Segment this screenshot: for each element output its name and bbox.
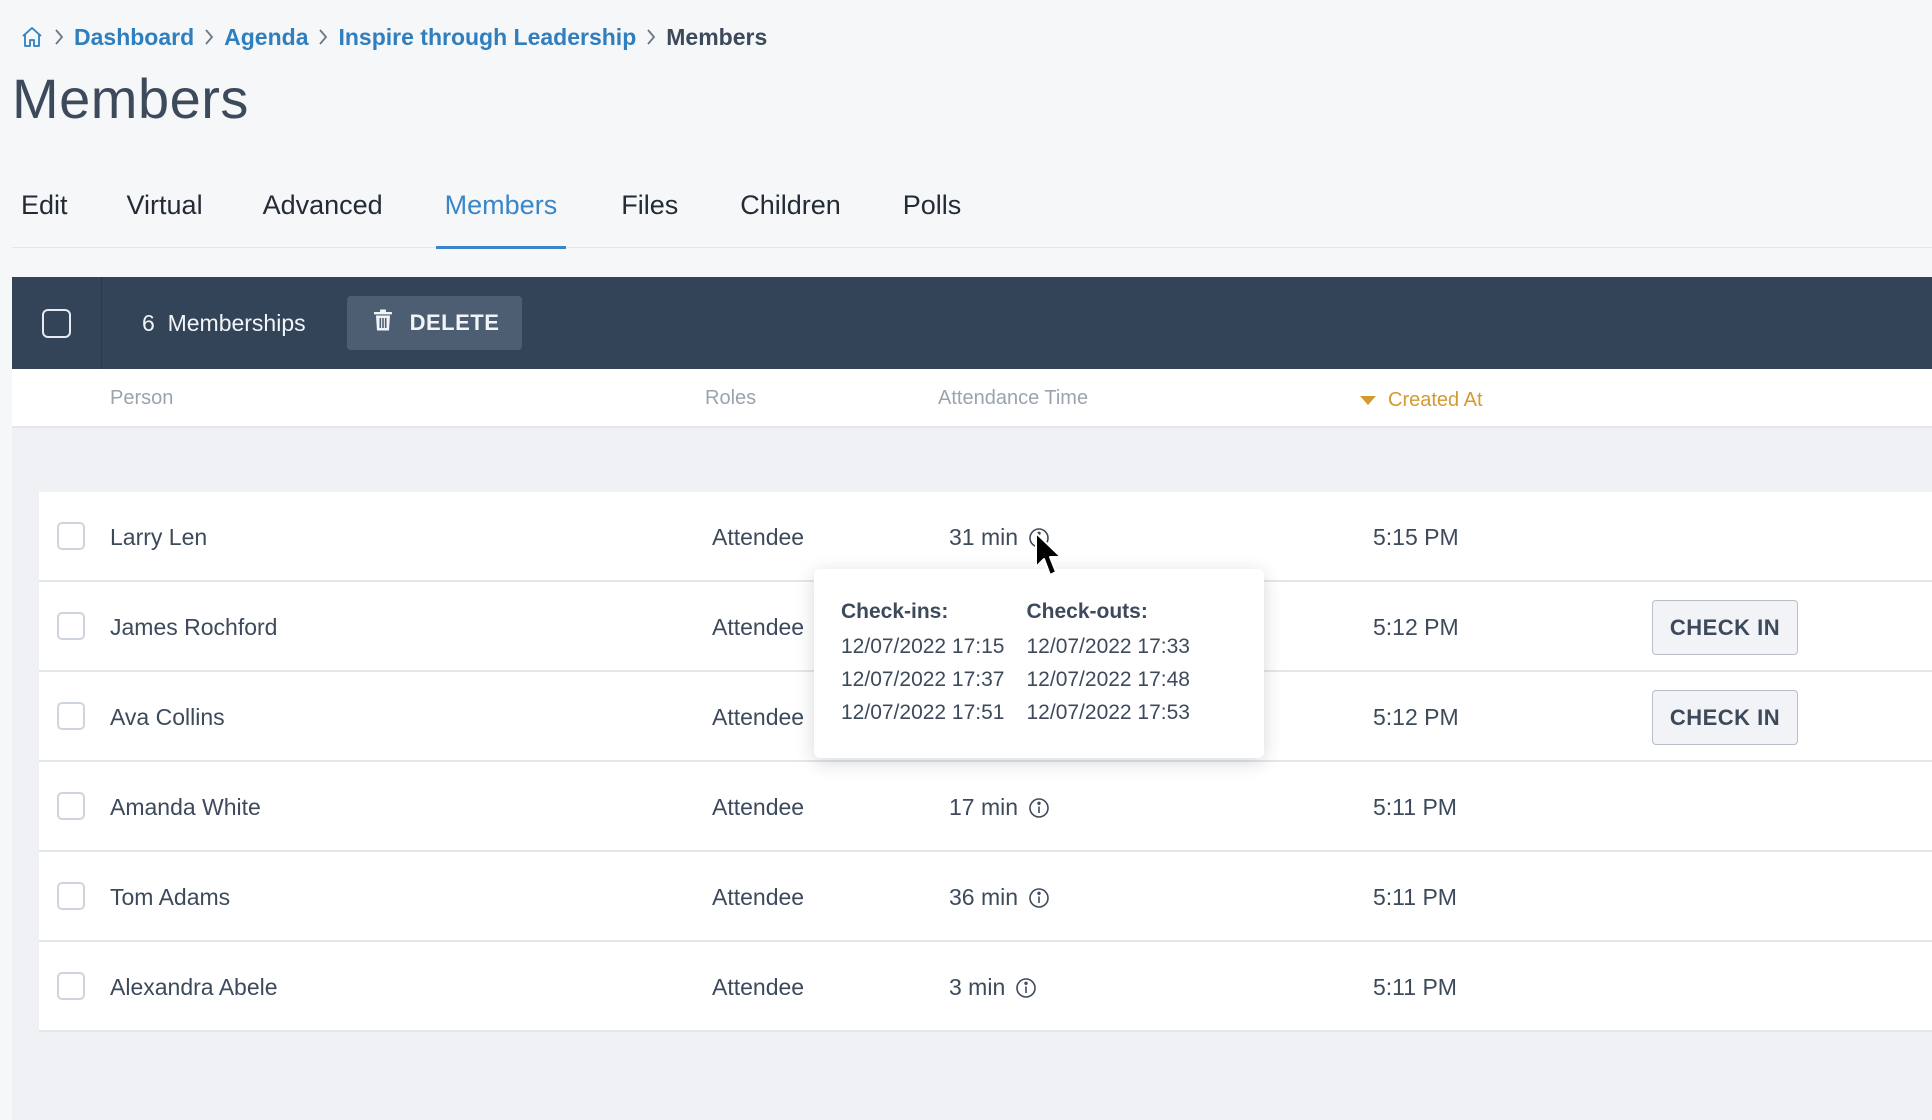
role: Attendee: [712, 794, 805, 820]
checkin-time: 12/07/2022 17:37: [841, 668, 1005, 691]
person-name[interactable]: Larry Len: [110, 524, 207, 551]
breadcrumb-dashboard[interactable]: Dashboard: [74, 24, 194, 51]
checkins-heading: Check-ins:: [841, 600, 949, 623]
row-checkbox[interactable]: [57, 882, 85, 910]
checkout-time: 12/07/2022 17:53: [1026, 701, 1191, 724]
role: Attendee: [712, 884, 805, 910]
column-roles[interactable]: Roles: [705, 387, 756, 410]
checkouts-column: Check-outs: 12/07/2022 17:33 12/07/2022 …: [1027, 600, 1191, 727]
home-icon[interactable]: [20, 25, 44, 49]
tab-files[interactable]: Files: [612, 178, 687, 248]
role: Attendee: [712, 524, 805, 550]
chevron-right-icon: [645, 28, 657, 46]
delete-button-label: DELETE: [409, 310, 500, 335]
attendance-value: 36 min: [949, 884, 1019, 910]
bulk-action-bar: 6 Memberships DELETE: [12, 277, 1932, 369]
column-created-at[interactable]: Created At: [1360, 389, 1483, 412]
info-icon[interactable]: [1028, 797, 1050, 819]
created-at: 5:12 PM: [1373, 704, 1459, 730]
attendance-time: 17 min: [949, 794, 1050, 821]
role: Attendee: [712, 974, 805, 1000]
table-row: Amanda White Attendee 17 min 5:11 PM: [39, 762, 1932, 852]
checkout-time: 12/07/2022 17:48: [1026, 668, 1191, 691]
breadcrumb-session[interactable]: Inspire through Leadership: [338, 24, 636, 51]
table-header: Person Roles Attendance Time Created At: [12, 369, 1932, 428]
info-icon[interactable]: [1028, 887, 1050, 909]
chevron-right-icon: [203, 28, 215, 46]
breadcrumb: Dashboard Agenda Inspire through Leaders…: [20, 22, 767, 52]
person-name[interactable]: Ava Collins: [110, 704, 225, 731]
attendance-time: 36 min: [949, 884, 1050, 911]
checkouts-heading: Check-outs:: [1026, 600, 1148, 623]
attendance-value: 3 min: [949, 974, 1006, 1000]
created-at: 5:11 PM: [1373, 884, 1457, 910]
chevron-right-icon: [317, 28, 329, 46]
created-at: 5:11 PM: [1373, 794, 1457, 820]
table-row: Tom Adams Attendee 36 min 5:11 PM: [39, 852, 1932, 942]
sort-descending-icon: [1360, 396, 1376, 405]
checkin-time: 12/07/2022 17:15: [841, 635, 1005, 658]
row-checkbox[interactable]: [57, 972, 85, 1000]
delete-button[interactable]: DELETE: [346, 296, 523, 350]
breadcrumb-agenda[interactable]: Agenda: [224, 24, 308, 51]
memberships-count: 6 Memberships: [142, 310, 306, 337]
row-checkbox[interactable]: [57, 702, 85, 730]
checkout-time: 12/07/2022 17:33: [1026, 635, 1191, 658]
trash-icon: [373, 309, 393, 337]
tab-virtual[interactable]: Virtual: [118, 178, 212, 248]
tab-polls[interactable]: Polls: [894, 178, 971, 248]
column-person[interactable]: Person: [110, 387, 173, 410]
tab-advanced[interactable]: Advanced: [254, 178, 392, 248]
memberships-count-label: Memberships: [167, 309, 306, 336]
attendance-time: 3 min: [949, 974, 1037, 1001]
breadcrumb-current: Members: [666, 23, 768, 50]
checkins-column: Check-ins: 12/07/2022 17:15 12/07/2022 1…: [841, 600, 1005, 727]
attendance-value: 31 min: [949, 524, 1019, 550]
column-attendance-time[interactable]: Attendance Time: [938, 387, 1088, 410]
attendance-value: 17 min: [949, 794, 1019, 820]
mouse-cursor-icon: [1034, 531, 1064, 584]
table-row: Alexandra Abele Attendee 3 min 5:11 PM: [39, 942, 1932, 1032]
created-at: 5:15 PM: [1373, 524, 1459, 550]
created-at: 5:12 PM: [1373, 614, 1459, 640]
column-created-at-label: Created At: [1388, 389, 1483, 411]
role: Attendee: [712, 614, 805, 640]
role: Attendee: [712, 704, 805, 730]
row-checkbox[interactable]: [57, 612, 85, 640]
info-icon[interactable]: [1015, 977, 1037, 999]
tab-members[interactable]: Members: [435, 178, 567, 249]
created-at: 5:11 PM: [1373, 974, 1457, 1000]
tab-bar: Edit Virtual Advanced Members Files Chil…: [12, 178, 1932, 249]
person-name[interactable]: Amanda White: [110, 794, 261, 821]
page-title: Members: [12, 67, 249, 130]
person-name[interactable]: James Rochford: [110, 614, 277, 641]
chevron-right-icon: [53, 28, 65, 46]
attendance-tooltip: Check-ins: 12/07/2022 17:15 12/07/2022 1…: [814, 569, 1264, 758]
person-name[interactable]: Tom Adams: [110, 884, 230, 911]
row-checkbox[interactable]: [57, 522, 85, 550]
person-name[interactable]: Alexandra Abele: [110, 974, 278, 1001]
tab-children[interactable]: Children: [731, 178, 850, 248]
checkin-time: 12/07/2022 17:51: [841, 701, 1005, 724]
select-all-cell: [12, 277, 102, 369]
tab-edit[interactable]: Edit: [12, 178, 77, 248]
check-in-button[interactable]: CHECK IN: [1652, 690, 1798, 745]
select-all-checkbox[interactable]: [42, 308, 71, 338]
row-checkbox[interactable]: [57, 792, 85, 820]
members-page: Dashboard Agenda Inspire through Leaders…: [0, 0, 1932, 1120]
check-in-button[interactable]: CHECK IN: [1652, 600, 1798, 655]
memberships-count-number: 6: [142, 309, 155, 336]
